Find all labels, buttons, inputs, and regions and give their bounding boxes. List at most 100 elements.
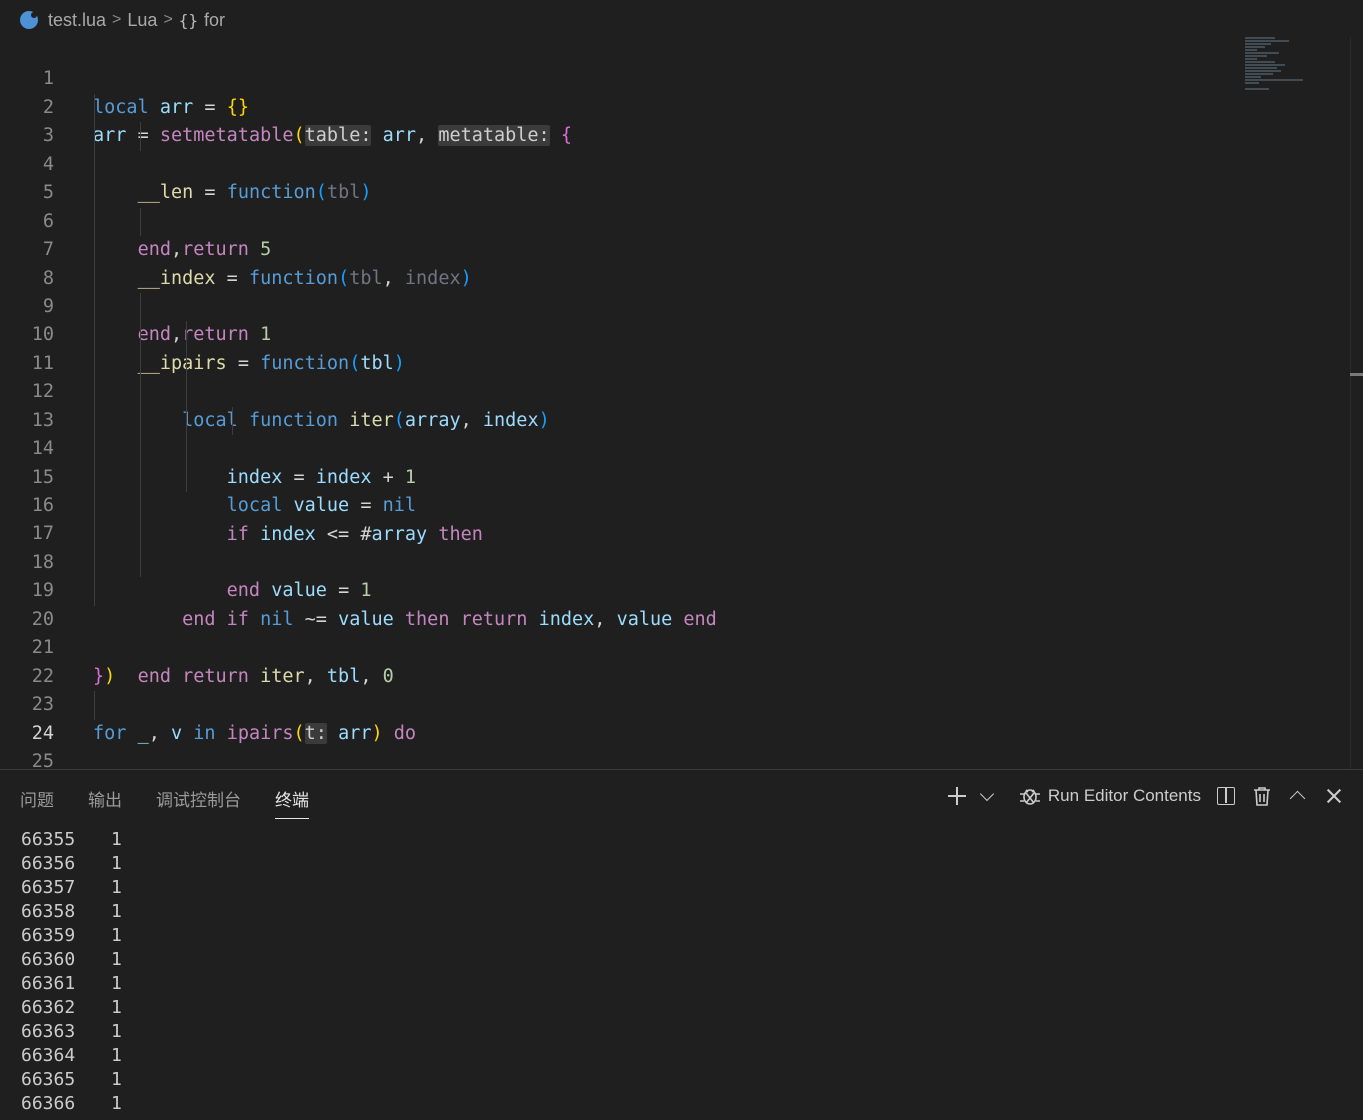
code-line[interactable]: 7 return 1 [0,207,1240,345]
tab-terminal[interactable]: 终端 [275,786,309,819]
indent-guide [94,463,95,492]
split-terminal-button[interactable] [1215,785,1237,807]
code-line[interactable]: 1 local arr = {} [0,37,1240,117]
breadcrumb-file[interactable]: test.lua [48,10,106,31]
code-line[interactable]: 15 end [0,435,1240,601]
breadcrumb-symbol[interactable]: for [204,10,225,31]
run-editor-contents-button[interactable]: Run Editor Contents [1018,784,1201,808]
indent-guide [94,207,95,237]
indent-guide [140,378,141,407]
code-line[interactable]: 10 local function iter(array, index) [0,292,1240,431]
terminal-value: 1 [111,853,122,874]
terminal-index: 66357 [21,877,76,898]
indent-guide [94,349,95,379]
code-line[interactable]: 5 end, [0,150,1240,260]
indent-guide [140,292,141,322]
terminal-value: 1 [111,901,122,922]
chevron-up-icon [1289,790,1306,807]
terminal-row: 66360 1 [21,948,122,972]
trash-icon[interactable] [1251,785,1273,807]
code-line[interactable]: 20 end [0,577,1240,687]
indent-guide [140,548,141,578]
code-area[interactable]: 1 local arr = {} 2 arr = setmetatable(ta… [0,37,1240,802]
terminal-index: 66363 [21,1021,76,1042]
new-terminal-icon[interactable] [946,785,968,807]
indent-guide [186,321,187,350]
minimap[interactable] [1245,37,1345,97]
indent-guide [140,492,141,521]
indent-guide [94,577,95,606]
code-line[interactable]: 18 [0,520,1240,573]
terminal-value: 1 [111,1093,122,1114]
code-line[interactable]: 14 value = 1 [0,406,1240,601]
debug-run-icon [1019,789,1040,805]
code-editor[interactable]: 1 local arr = {} 2 arr = setmetatable(ta… [0,37,1363,802]
terminal-row: 66358 1 [21,900,122,924]
tab-debug-console[interactable]: 调试控制台 [156,786,241,819]
terminal-index: 66364 [21,1045,76,1066]
terminal-row: 66363 1 [21,1020,122,1044]
code-line[interactable]: 19 return iter, tbl, 0 [0,548,1240,687]
terminal-index: 66362 [21,997,76,1018]
indent-guide [94,548,95,578]
indent-guide [94,435,95,464]
code-line[interactable]: 25 end [0,720,1240,800]
indent-guide [140,520,141,549]
tab-output[interactable]: 输出 [88,786,122,819]
indent-guide [140,207,141,237]
indent-guide [94,93,95,123]
terminal-row: 66361 1 [21,972,122,996]
terminal-value: 1 [111,925,122,946]
terminal-row: 66356 1 [21,852,122,876]
bottom-panel: 问题 输出 调试控制台 终端 Run Editor Contents 66355… [0,769,1363,1120]
indent-guide [94,321,95,350]
vertical-scrollbar[interactable] [1350,37,1363,769]
code-line[interactable]: 11 index = index + 1 [0,321,1240,488]
code-line[interactable]: 4 return 5 [0,122,1240,260]
close-panel-icon[interactable] [1323,785,1345,807]
code-line[interactable]: 8 end, [0,236,1240,345]
code-line[interactable]: 17 end [0,492,1240,630]
indent-guide [186,463,187,492]
terminal-index: 66366 [21,1093,76,1114]
breadcrumb-language[interactable]: Lua [127,10,157,31]
terminal-index: 66360 [21,949,76,970]
code-line-active[interactable]: 24 print(var0: _, var1: v) [0,691,1240,802]
code-line[interactable]: 23 for _, v in ipairs(t: arr) do [0,663,1240,744]
terminal-row: 66359 1 [21,924,122,948]
indent-guide [94,236,95,265]
terminal-value: 1 [111,1045,122,1066]
terminal-row: 66365 1 [21,1068,122,1092]
code-line[interactable]: 22 [0,634,1240,687]
terminal-index: 66361 [21,973,76,994]
split-icon [1217,787,1235,805]
terminal-row: 66362 1 [21,996,122,1020]
code-line[interactable]: 2 arr = setmetatable(table: arr, metatab… [0,65,1240,147]
terminal-value: 1 [111,949,122,970]
code-line[interactable]: 9 __ipairs = function(tbl) [0,264,1240,374]
code-line[interactable]: 6 __index = function(tbl, index) [0,179,1240,289]
indent-guide [140,321,141,350]
code-line[interactable]: 3 __len = function(tbl) [0,93,1240,203]
code-line[interactable]: 16 if nil ~= value then return index, va… [0,463,1240,630]
terminal-output[interactable]: 66355 1 66356 1 66357 1 66358 1 66359 1 66360… [21,828,122,1116]
breadcrumb-separator: > [112,11,122,28]
terminal-row: 66357 1 [21,876,122,900]
code-line[interactable]: 12 local value = nil [0,349,1240,516]
terminal-value: 1 [111,973,122,994]
terminal-value: 1 [111,997,122,1018]
symbol-braces-icon: {} [178,10,199,30]
indent-guide [94,406,95,436]
indent-guide [94,691,95,720]
terminal-dropdown-button[interactable] [979,785,1004,807]
lua-file-icon [20,11,38,29]
indent-guide [94,150,95,180]
terminal-row: 66366 1 [21,1092,122,1116]
code-line[interactable]: 13 if index <= #array then [0,378,1240,545]
code-line[interactable]: 21 }) [0,606,1240,686]
tab-problems[interactable]: 问题 [20,786,54,819]
indent-guide [140,122,141,151]
maximize-panel-button[interactable] [1287,785,1309,807]
terminal-index: 66356 [21,853,76,874]
terminal-value: 1 [111,877,122,898]
